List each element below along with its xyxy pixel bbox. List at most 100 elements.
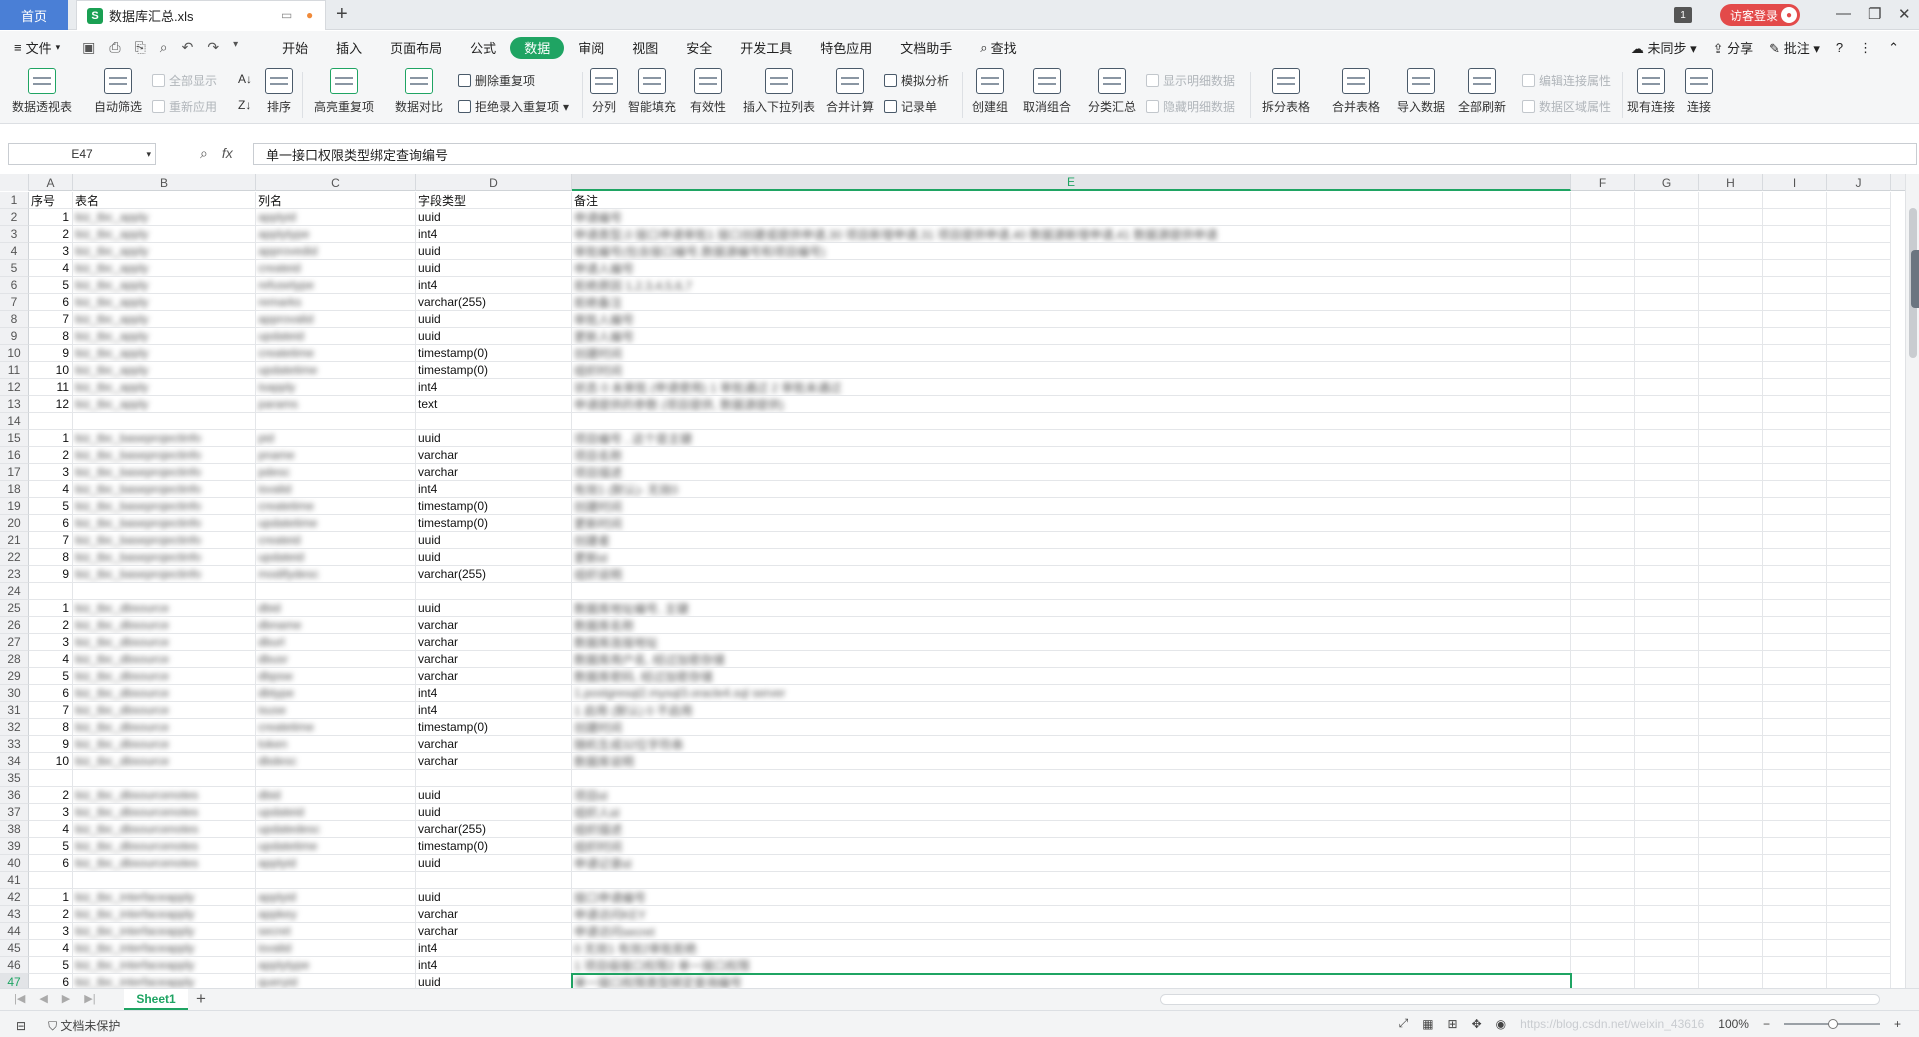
row-header[interactable]: 8 <box>0 311 29 328</box>
cell-d[interactable]: timestamp(0) <box>416 345 572 362</box>
cell-g[interactable] <box>1635 940 1699 957</box>
cell-i[interactable] <box>1763 736 1827 753</box>
cell-d[interactable]: uuid <box>416 209 572 226</box>
cell-f[interactable] <box>1571 974 1635 988</box>
cell-c[interactable] <box>256 583 416 600</box>
row-header[interactable]: 24 <box>0 583 29 600</box>
cell-f[interactable] <box>1571 583 1635 600</box>
cell-i[interactable] <box>1763 634 1827 651</box>
cell-b[interactable]: biz_tbc_apply <box>73 294 256 311</box>
cell-f[interactable] <box>1571 226 1635 243</box>
cell-g[interactable] <box>1635 821 1699 838</box>
status-icon[interactable]: ⊟ <box>16 1019 26 1033</box>
cell-f[interactable] <box>1571 702 1635 719</box>
cell-f[interactable] <box>1571 498 1635 515</box>
cell-g[interactable] <box>1635 447 1699 464</box>
cell-h[interactable] <box>1699 685 1763 702</box>
fx-icon[interactable]: fx <box>222 145 233 162</box>
cell-e[interactable]: 数据库地址编号, 主键 <box>572 600 1571 617</box>
cell-f[interactable] <box>1571 396 1635 413</box>
share-button[interactable]: ⇪ 分享 <box>1713 38 1754 57</box>
cell-f[interactable] <box>1571 532 1635 549</box>
cell-i[interactable] <box>1763 345 1827 362</box>
tab-doc-assistant[interactable]: 文档助手 <box>886 37 966 59</box>
cell-f[interactable] <box>1571 957 1635 974</box>
cell-b[interactable]: biz_tbc_baseprojectinfo <box>73 464 256 481</box>
cell-c[interactable]: updatetime <box>256 838 416 855</box>
row-header[interactable]: 37 <box>0 804 29 821</box>
cell-i[interactable] <box>1763 226 1827 243</box>
cell-i[interactable] <box>1763 192 1827 209</box>
cell-e[interactable]: 组织时间 <box>572 838 1571 855</box>
row-header[interactable]: 17 <box>0 464 29 481</box>
cell-g[interactable] <box>1635 600 1699 617</box>
cell-e[interactable]: 创建时间 <box>572 498 1571 515</box>
row-header[interactable]: 41 <box>0 872 29 889</box>
row-header[interactable]: 34 <box>0 753 29 770</box>
cell-d[interactable]: varchar(255) <box>416 566 572 583</box>
cell-h[interactable] <box>1699 838 1763 855</box>
more-icon[interactable]: ⋮ <box>1859 40 1872 56</box>
cell-a[interactable]: 6 <box>29 294 73 311</box>
cell-g[interactable] <box>1635 311 1699 328</box>
row-header[interactable]: 15 <box>0 430 29 447</box>
cell-j[interactable] <box>1827 600 1891 617</box>
cell-e[interactable]: 数据库连接地址 <box>572 634 1571 651</box>
cell-d[interactable]: int4 <box>416 277 572 294</box>
row-header[interactable]: 39 <box>0 838 29 855</box>
cell-g[interactable] <box>1635 668 1699 685</box>
cell-e[interactable] <box>572 770 1571 787</box>
cell-d[interactable] <box>416 770 572 787</box>
cell-j[interactable] <box>1827 447 1891 464</box>
tab-data[interactable]: 数据 <box>510 36 565 59</box>
cell-g[interactable] <box>1635 889 1699 906</box>
cell-j[interactable] <box>1827 192 1891 209</box>
cell-b[interactable]: biz_tbc_dbsourcenotes <box>73 787 256 804</box>
cell-e[interactable]: 组织时间 <box>572 362 1571 379</box>
cell-f[interactable] <box>1571 311 1635 328</box>
cell-a[interactable]: 4 <box>29 940 73 957</box>
cell-i[interactable] <box>1763 617 1827 634</box>
cell-f[interactable] <box>1571 770 1635 787</box>
cell-a[interactable]: 1 <box>29 430 73 447</box>
cell-j[interactable] <box>1827 362 1891 379</box>
cell-a[interactable]: 1 <box>29 209 73 226</box>
cell-i[interactable] <box>1763 940 1827 957</box>
cell-i[interactable] <box>1763 906 1827 923</box>
undo-icon[interactable]: ↶ <box>182 39 194 56</box>
cell-f[interactable] <box>1571 430 1635 447</box>
cell-f[interactable] <box>1571 617 1635 634</box>
cell-f[interactable] <box>1571 362 1635 379</box>
cell-f[interactable] <box>1571 787 1635 804</box>
cell-i[interactable] <box>1763 804 1827 821</box>
cell-j[interactable] <box>1827 532 1891 549</box>
cell-h[interactable] <box>1699 515 1763 532</box>
search-command[interactable]: ⌕ 查找 <box>966 37 1030 59</box>
cell-e[interactable]: 拒绝原因 1,2,3,4,5,6,7 <box>572 277 1571 294</box>
cell-b[interactable]: biz_tbc_dbsource <box>73 617 256 634</box>
row-header[interactable]: 27 <box>0 634 29 651</box>
cell-i[interactable] <box>1763 600 1827 617</box>
cell-i[interactable] <box>1763 838 1827 855</box>
cell-j[interactable] <box>1827 481 1891 498</box>
cell-d[interactable] <box>416 413 572 430</box>
cell-a[interactable]: 6 <box>29 855 73 872</box>
cell-h[interactable] <box>1699 804 1763 821</box>
cell-e[interactable]: 更新id <box>572 549 1571 566</box>
show-detail-button[interactable]: 显示明细数据 <box>1146 72 1235 89</box>
print-icon[interactable]: ⎘ <box>135 39 146 56</box>
cell-i[interactable] <box>1763 668 1827 685</box>
first-sheet-icon[interactable]: |◀ <box>14 992 25 1005</box>
smart-fill-button[interactable]: 智能填充 <box>626 68 678 115</box>
cell-g[interactable] <box>1635 804 1699 821</box>
cell-f[interactable] <box>1571 566 1635 583</box>
cell-b[interactable]: biz_tbc_dbsource <box>73 668 256 685</box>
cell-g[interactable] <box>1635 379 1699 396</box>
row-header[interactable]: 35 <box>0 770 29 787</box>
guest-login-button[interactable]: 访客登录 ● <box>1720 4 1800 26</box>
cell-e[interactable]: 项目编号 , 这个是主键 <box>572 430 1571 447</box>
cell-c[interactable]: dbpsw <box>256 668 416 685</box>
cell-h[interactable] <box>1699 736 1763 753</box>
what-if-button[interactable]: 模拟分析 <box>884 72 949 89</box>
cell-c[interactable]: applyid <box>256 209 416 226</box>
